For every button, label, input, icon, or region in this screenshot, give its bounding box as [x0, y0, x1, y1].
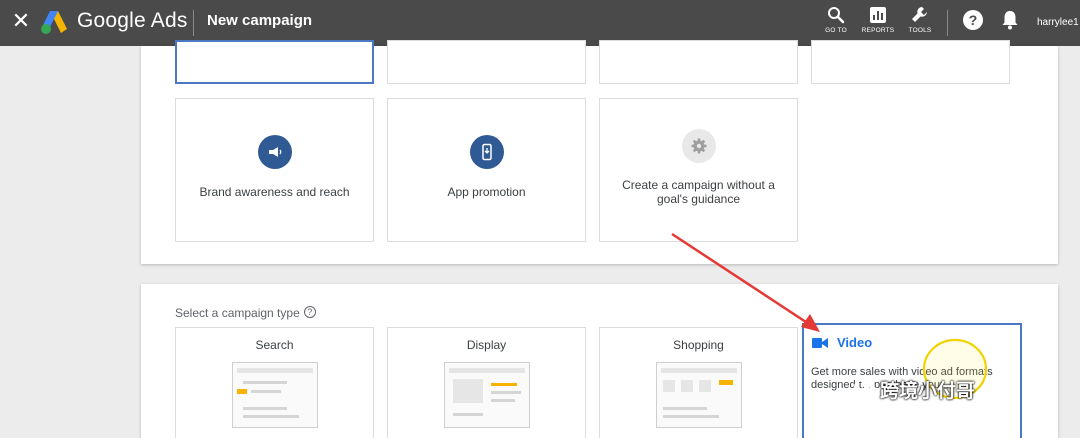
phone-icon [469, 135, 504, 169]
gear-icon [681, 129, 716, 163]
help-icon[interactable]: ? [963, 10, 983, 30]
goal-card-app-promotion[interactable]: App promotion [387, 98, 586, 242]
wechat-icon [854, 379, 878, 399]
megaphone-icon [257, 135, 292, 169]
watermark-text: 跨境小付哥 [880, 381, 976, 402]
goal-card-selected[interactable] [175, 40, 374, 84]
video-camera-icon [812, 338, 828, 348]
go-to-label: GO TO [825, 27, 847, 34]
goal-card-brand-awareness[interactable]: Brand awareness and reach [175, 98, 374, 242]
bell-icon[interactable] [1001, 10, 1019, 30]
goal-label: Create a campaign without a goal's guida… [622, 178, 775, 206]
user-account[interactable]: harrylee1 [1037, 17, 1079, 28]
close-icon[interactable]: ✕ [10, 10, 32, 32]
goal-card[interactable] [599, 40, 798, 84]
goal-card[interactable] [387, 40, 586, 84]
select-campaign-type-label: Select a campaign type? [175, 306, 316, 320]
shopping-illustration [656, 362, 742, 428]
tools-label: TOOLS [908, 27, 932, 34]
goal-card[interactable] [811, 40, 1010, 84]
google-ads-logo [41, 11, 67, 34]
brand-name: Google Ads [77, 9, 188, 32]
campaign-type-label: Shopping [673, 338, 724, 352]
goal-card-no-guidance[interactable]: Create a campaign without a goal's guida… [599, 98, 798, 242]
reports-icon [870, 7, 886, 23]
campaign-type-panel: Select a campaign type? Search Display S… [141, 284, 1058, 438]
title-divider [193, 10, 194, 36]
display-illustration [444, 362, 530, 428]
goal-label: Brand awareness and reach [199, 185, 350, 199]
wrench-icon [912, 7, 927, 22]
campaign-type-search[interactable]: Search [175, 327, 374, 438]
tools-button[interactable]: TOOLS [900, 6, 940, 34]
reports-label: REPORTS [861, 27, 895, 34]
campaign-type-display[interactable]: Display [387, 327, 586, 438]
search-icon [828, 7, 845, 24]
go-to-button[interactable]: GO TO [816, 6, 856, 34]
reports-button[interactable]: REPORTS [858, 6, 898, 34]
toolbar-divider [947, 10, 948, 36]
campaign-type-label: Search [255, 338, 294, 352]
campaign-type-label: Display [466, 338, 507, 352]
help-circle-icon[interactable]: ? [303, 306, 316, 318]
campaign-type-shopping[interactable]: Shopping [599, 327, 798, 438]
search-illustration [232, 362, 318, 428]
page-title: New campaign [207, 12, 313, 29]
goal-label: App promotion [447, 185, 526, 199]
campaign-goals-panel: Brand awareness and reach App promotion … [141, 40, 1058, 264]
